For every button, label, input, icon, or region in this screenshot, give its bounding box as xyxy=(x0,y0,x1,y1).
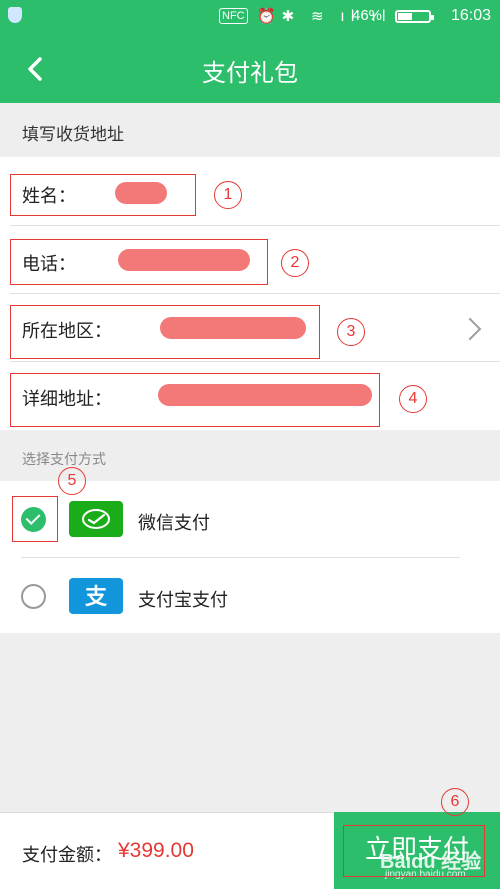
divider xyxy=(10,293,500,294)
payment-methods: 微信支付 支 支付宝支付 xyxy=(0,481,500,633)
nfc-indicator: NFC xyxy=(219,8,248,24)
svg-text:支: 支 xyxy=(85,585,108,610)
amount-label: 支付金额： xyxy=(22,845,112,866)
annotation-number: 5 xyxy=(58,467,86,495)
annotation-number: 2 xyxy=(281,249,309,277)
annotation-box xyxy=(10,305,320,359)
divider xyxy=(10,225,500,226)
payment-method-label: 支付宝支付 xyxy=(138,590,228,611)
address-section-title: 填写收货地址 xyxy=(22,125,124,145)
divider xyxy=(10,361,500,362)
battery-icon xyxy=(395,10,434,23)
shield-icon xyxy=(8,7,22,23)
annotation-number: 3 xyxy=(337,318,365,346)
annotation-number: 1 xyxy=(214,181,242,209)
page-title: 支付礼包 xyxy=(202,59,298,87)
annotation-box xyxy=(10,239,268,285)
wechat-pay-icon xyxy=(69,501,123,537)
title-bar: 支付礼包 xyxy=(0,33,500,103)
annotation-number: 6 xyxy=(441,788,469,816)
annotation-box xyxy=(343,825,485,877)
annotation-box xyxy=(12,496,58,542)
divider xyxy=(21,557,460,558)
radio-unchecked-icon[interactable] xyxy=(21,584,46,609)
payment-method-label: 微信支付 xyxy=(138,513,210,534)
annotation-number: 4 xyxy=(399,385,427,413)
status-bar: NFC ⏰✱ ≋ ıl ıl 46% 16:03 xyxy=(0,0,500,33)
chevron-right-icon[interactable] xyxy=(458,317,482,341)
battery-percent: 46% xyxy=(352,7,383,24)
clock: 16:03 xyxy=(451,7,492,24)
payment-section-title: 选择支付方式 xyxy=(22,452,106,468)
annotation-box xyxy=(10,373,380,427)
amount-value: ¥399.00 xyxy=(118,839,194,862)
annotation-box xyxy=(10,174,196,216)
alipay-icon: 支 xyxy=(69,578,123,614)
